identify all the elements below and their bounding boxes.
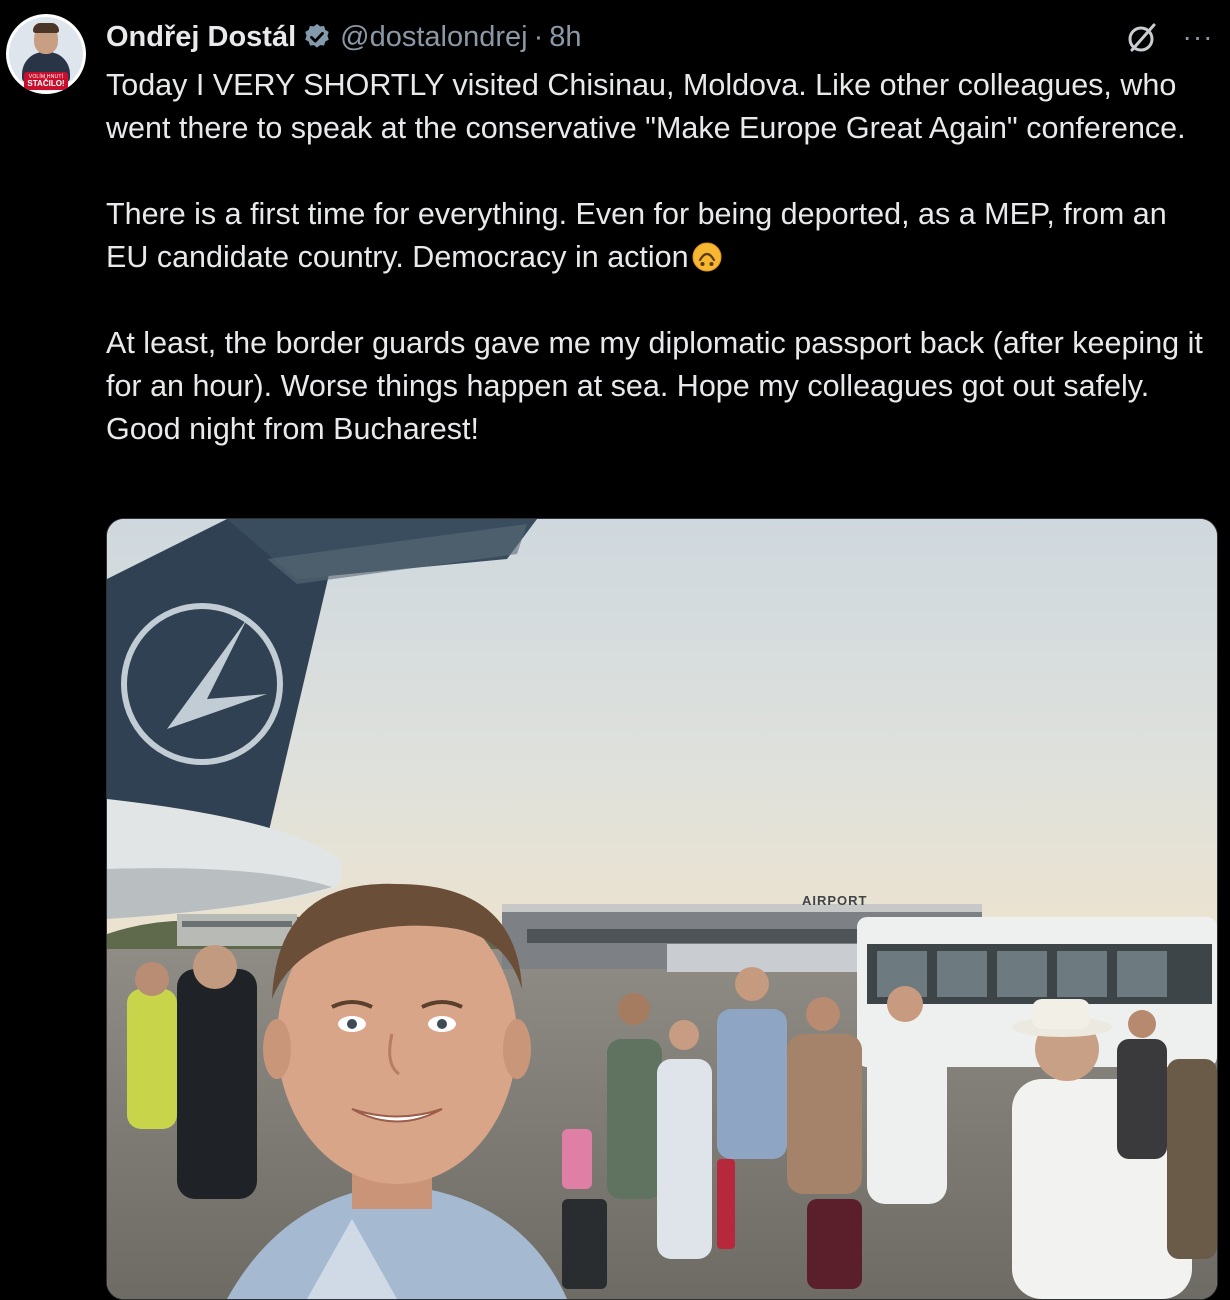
tweet-photo[interactable]: AIRPORT [106,518,1218,1300]
airport-sign: AIRPORT [802,893,868,908]
tweet[interactable]: VOLÍM HNUTÍ STAČILO! Ondřej Dostál @dost… [0,0,1230,1300]
separator-dot: · [533,20,544,53]
tweet-paragraph-3: At least, the border guards gave me my d… [106,326,1203,446]
airport-selfie-photo: AIRPORT [107,519,1217,1299]
display-name[interactable]: Ondřej Dostál [106,21,296,54]
tweet-text: Today I VERY SHORTLY visited Chisinau, M… [106,64,1216,494]
verified-badge-icon [305,23,329,48]
tweet-paragraph-1: Today I VERY SHORTLY visited Chisinau, M… [106,68,1186,145]
grok-icon[interactable] [1124,20,1160,56]
timestamp[interactable]: 8h [549,21,581,54]
more-options-icon[interactable]: ··· [1178,22,1218,52]
avatar-badge-big-text: STAČILO! [27,78,65,88]
avatar-badge: VOLÍM HNUTÍ STAČILO! [24,72,68,90]
upside-down-face-emoji-icon [692,242,722,272]
handle[interactable]: @dostalondrej [340,21,527,54]
avatar-hair [33,23,59,33]
tweet-header: Ondřej Dostál @dostalondrej · 8h [106,14,582,60]
tweet-paragraph-2-text: There is a first time for everything. Ev… [106,197,1167,274]
svg-text:AIRPORT: AIRPORT [802,893,868,908]
tweet-paragraph-2: There is a first time for everything. Ev… [106,193,1216,279]
avatar[interactable]: VOLÍM HNUTÍ STAČILO! [6,14,86,94]
